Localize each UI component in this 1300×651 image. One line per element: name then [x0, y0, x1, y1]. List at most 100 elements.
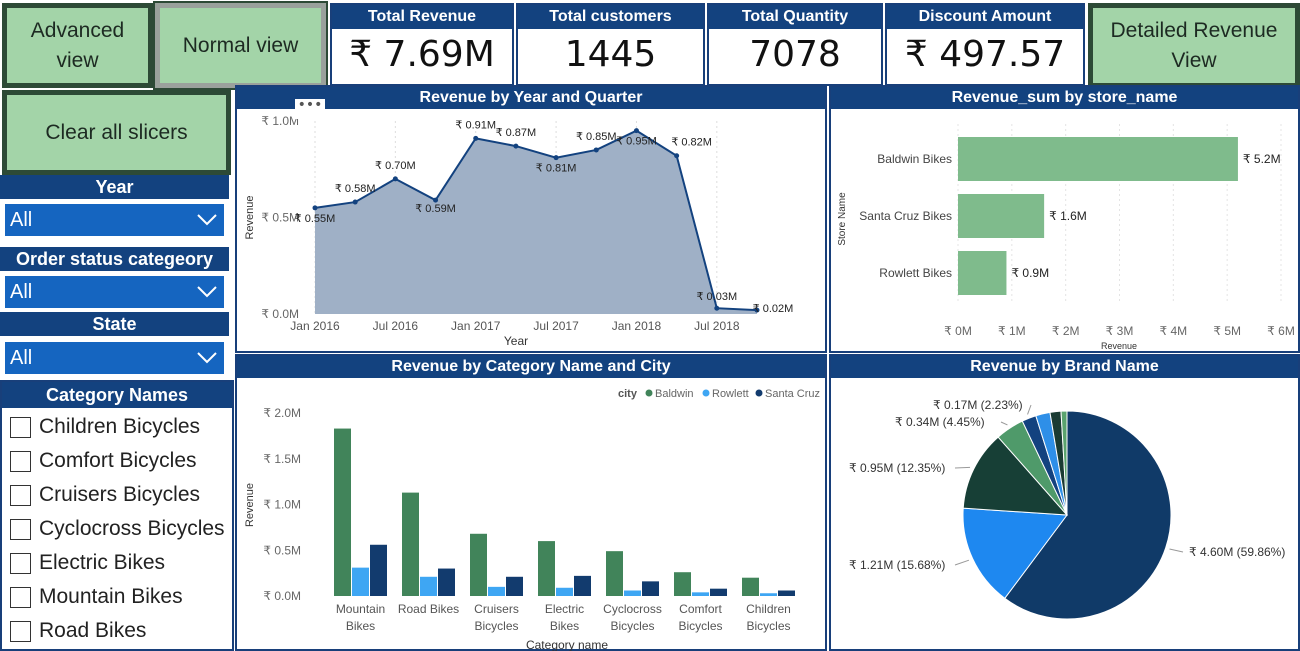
category-item-mountain[interactable]: Mountain Bikes — [10, 585, 183, 609]
data-point — [633, 128, 639, 134]
data-label: ₹ 0.81M — [536, 163, 577, 175]
y-tick-label: ₹ 2.0M — [263, 406, 301, 420]
year-slicer-title: Year — [0, 175, 229, 199]
checkbox-icon[interactable] — [10, 620, 31, 642]
legend-title: city — [618, 388, 638, 400]
order-status-dropdown-value: All — [10, 281, 33, 303]
checkbox-icon[interactable] — [10, 552, 31, 574]
checkbox-icon[interactable] — [10, 484, 31, 506]
kpi-title: Total Revenue — [332, 5, 512, 29]
data-label: ₹ 0.95M (12.35%) — [849, 461, 945, 475]
data-label: ₹ 0.02M — [753, 303, 794, 315]
detailed-revenue-view-button[interactable]: Detailed Revenue View — [1088, 3, 1300, 88]
data-label: ₹ 0.17M (2.23%) — [933, 398, 1023, 412]
checkbox-icon[interactable] — [10, 416, 31, 438]
data-point — [473, 135, 479, 141]
category-item-label: Mountain Bikes — [39, 585, 183, 608]
bar — [506, 576, 523, 596]
bar — [760, 593, 777, 596]
data-point — [352, 199, 358, 205]
category-item-cruisers[interactable]: Cruisers Bicycles — [10, 483, 200, 507]
normal-view-label: Normal view — [182, 33, 299, 57]
legend-label: Baldwin — [655, 388, 694, 400]
data-label: ₹ 0.70M — [375, 160, 416, 172]
checkbox-icon[interactable] — [10, 450, 31, 472]
data-label: ₹ 0.03M — [696, 291, 737, 303]
bar — [958, 137, 1238, 181]
category-item-comfort[interactable]: Comfort Bicycles — [10, 449, 197, 473]
x-tick-label: Children — [746, 602, 791, 616]
category-item-label: Cyclocross Bicycles — [39, 517, 225, 540]
data-label: ₹ 0.59M — [415, 203, 456, 215]
bar — [674, 572, 691, 596]
bar — [470, 533, 487, 596]
category-item-label: Road Bikes — [39, 619, 147, 642]
y-axis-title: Revenue — [244, 483, 256, 527]
normal-view-button[interactable]: Normal view — [153, 1, 328, 90]
bar — [742, 577, 759, 596]
y-axis-title: Store Name — [837, 192, 848, 246]
revenue-by-brand-visual[interactable]: Revenue by Brand Name ₹ 4.60M (59.86%) ₹ … — [829, 354, 1300, 651]
x-tick-label: Comfort — [679, 602, 722, 616]
clear-slicers-button[interactable]: Clear all slicers — [2, 90, 231, 175]
checkbox-icon[interactable] — [10, 586, 31, 608]
state-dropdown-value: All — [10, 347, 33, 369]
bar — [692, 592, 709, 596]
y-tick-label: Santa Cruz Bikes — [859, 209, 952, 223]
y-tick-label: Rowlett Bikes — [879, 266, 952, 280]
kpi-value: 1445 — [564, 34, 657, 75]
category-item-children[interactable]: Children Bicycles — [10, 415, 200, 439]
revenue-by-year-quarter-visual[interactable]: Revenue by Year and Quarter ₹ 0.0M ₹ 0.5M… — [235, 85, 827, 353]
x-tick-label: Bikes — [346, 619, 375, 633]
advanced-view-label: Advanced view — [30, 18, 125, 72]
y-tick-label: Baldwin Bikes — [877, 152, 952, 166]
category-item-label: Children Bicycles — [39, 415, 201, 438]
bar — [438, 568, 455, 596]
x-tick-label: ₹ 2M — [1052, 324, 1080, 338]
x-tick-label: Cyclocross — [603, 602, 662, 616]
x-tick-label: ₹ 3M — [1106, 324, 1134, 338]
data-label: ₹ 0.91M — [455, 119, 496, 131]
bar — [370, 544, 387, 596]
data-point — [714, 305, 720, 311]
checkbox-icon[interactable] — [10, 518, 31, 540]
data-label: ₹ 0.95M — [616, 136, 657, 148]
kpi-total-customers: Total customers 1445 — [516, 3, 705, 86]
leader-line — [1027, 404, 1032, 415]
x-tick-label: ₹ 5M — [1213, 324, 1241, 338]
advanced-view-button[interactable]: Advanced view — [2, 3, 153, 88]
bar — [420, 576, 437, 596]
data-label: ₹ 0.55M — [295, 213, 336, 225]
category-item-electric[interactable]: Electric Bikes — [10, 551, 165, 575]
legend-label: Rowlett — [712, 388, 749, 400]
year-dropdown[interactable]: All — [5, 204, 224, 236]
x-axis-title: Year — [504, 334, 528, 348]
chevron-down-icon — [197, 286, 217, 298]
revenue-by-store-visual[interactable]: Revenue_sum by store_name ₹ 0M ₹ 1M ₹ 2M ₹ … — [829, 85, 1300, 353]
x-tick-label: Bicycles — [474, 619, 518, 633]
data-label: ₹ 0.85M — [576, 131, 617, 143]
data-point — [674, 153, 680, 159]
bar — [606, 551, 623, 596]
category-slicer: Category Names Children Bicycles Comfort… — [0, 380, 234, 651]
data-label: ₹ 1.6M — [1049, 209, 1087, 223]
category-item-cyclocross[interactable]: Cyclocross Bicycles — [10, 517, 225, 541]
category-item-road[interactable]: Road Bikes — [10, 619, 146, 643]
state-slicer-title: State — [0, 312, 229, 336]
x-tick-label: Jul 2018 — [694, 319, 740, 333]
legend-marker — [645, 389, 653, 397]
x-tick-label: Road Bikes — [398, 602, 459, 616]
x-tick-label: Bicycles — [678, 619, 722, 633]
ellipsis-icon[interactable]: ••• — [295, 98, 325, 119]
revenue-by-category-city-visual[interactable]: Revenue by Category Name and City ₹ 0.0M… — [235, 354, 827, 651]
y-tick-label: ₹ 0.5M — [261, 211, 299, 225]
bar — [574, 575, 591, 596]
x-tick-label: ₹ 1M — [998, 324, 1026, 338]
order-status-dropdown[interactable]: All — [5, 276, 224, 308]
pie-chart: ₹ 4.60M (59.86%) ₹ 1.21M (15.68%) ₹ 0.95M … — [849, 398, 1285, 620]
kpi-title: Total customers — [518, 5, 703, 29]
state-dropdown[interactable]: All — [5, 342, 224, 374]
kpi-value: 7078 — [749, 34, 841, 75]
x-tick-label: ₹ 6M — [1267, 324, 1295, 338]
category-slicer-title: Category Names — [2, 382, 232, 408]
